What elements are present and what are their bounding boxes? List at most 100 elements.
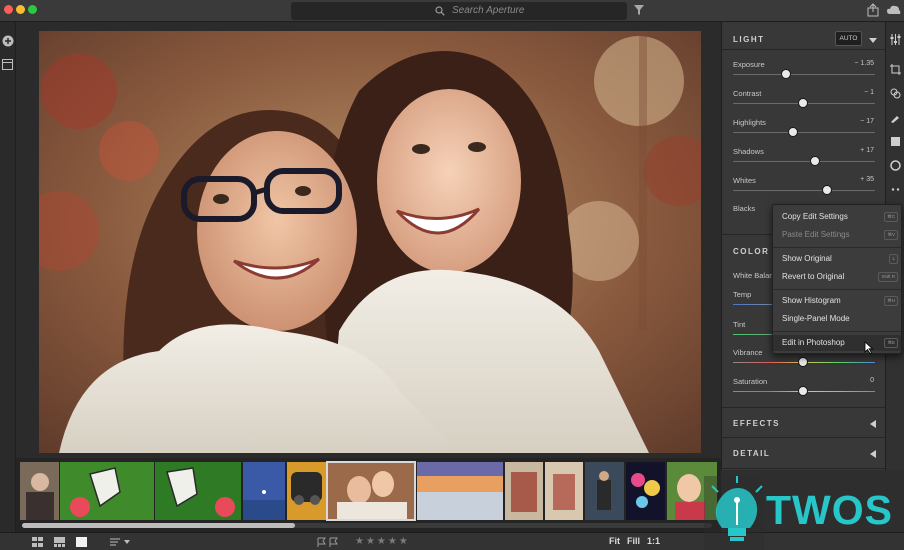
menu-separator <box>773 331 901 332</box>
contrast-label: Contrast <box>733 89 762 98</box>
crop-icon[interactable] <box>890 64 901 75</box>
title-bar: Search Aperture <box>0 0 904 22</box>
cloud-icon[interactable] <box>887 4 901 16</box>
grid-view-icon[interactable] <box>32 537 43 547</box>
blacks-label: Blacks <box>733 204 756 213</box>
filmstrip-thumbnail[interactable] <box>20 462 59 520</box>
filmstrip-thumbnail[interactable] <box>155 462 241 520</box>
watermark-text: TWOS <box>766 487 893 533</box>
filter-icon[interactable] <box>634 5 644 15</box>
color-section-title: COLOR <box>733 247 770 256</box>
close-window-button[interactable] <box>4 5 13 14</box>
filmstrip <box>16 458 721 532</box>
menu-item-edit-in-photoshop[interactable]: Edit in Photoshop ⌘E <box>773 335 901 351</box>
filter-circles-icon[interactable] <box>890 88 901 99</box>
filmstrip-thumbnail[interactable] <box>60 462 154 520</box>
menu-item-label: Single-Panel Mode <box>782 314 850 323</box>
light-section-title: LIGHT <box>733 35 765 44</box>
highlights-slider-track[interactable] <box>733 132 875 133</box>
chevron-down-icon[interactable] <box>869 36 877 44</box>
shadows-slider-track[interactable] <box>733 161 875 162</box>
shortcut-badge: ⌘C <box>884 212 898 222</box>
flag-icon[interactable] <box>316 537 340 547</box>
tint-label: Tint <box>733 320 746 329</box>
sort-icon[interactable] <box>110 537 132 547</box>
square-icon[interactable] <box>890 136 901 147</box>
minimize-window-button[interactable] <box>16 5 25 14</box>
detail-section-header[interactable]: DETAIL <box>722 439 886 469</box>
effects-section-title: EFFECTS <box>733 419 780 428</box>
zoom-fit-button[interactable]: Fit <box>609 536 620 546</box>
filmstrip-thumbnail[interactable] <box>505 462 543 520</box>
saturation-slider-knob[interactable] <box>798 386 808 396</box>
left-toolbar <box>0 22 16 532</box>
shadows-slider-knob[interactable] <box>810 156 820 166</box>
zoom-fill-button[interactable]: Fill <box>627 536 640 546</box>
filmstrip-thumbnail-selected[interactable] <box>326 461 416 521</box>
saturation-value: 0 <box>870 377 874 384</box>
whites-slider-knob[interactable] <box>822 185 832 195</box>
filmstrip-thumbnail[interactable] <box>626 462 665 520</box>
menu-item-paste-edit-settings: Paste Edit Settings ⌘V <box>773 227 901 243</box>
exposure-slider-knob[interactable] <box>781 69 791 79</box>
filmstrip-thumbnail[interactable] <box>545 462 583 520</box>
menu-item-label: Paste Edit Settings <box>782 230 850 239</box>
filmstrip-scroll-thumb[interactable] <box>22 523 295 528</box>
chevron-left-icon[interactable] <box>870 450 876 458</box>
rating-stars[interactable]: ★★★★★ <box>355 536 410 547</box>
library-icon[interactable] <box>2 59 13 70</box>
shortcut-badge: ⌘E <box>884 338 898 348</box>
chevron-left-icon[interactable] <box>870 420 876 428</box>
menu-item-label: Show Histogram <box>782 296 841 305</box>
vibrance-slider-knob[interactable] <box>798 357 808 367</box>
highlights-label: Highlights <box>733 118 766 127</box>
temp-label: Temp <box>733 290 752 299</box>
shortcut-badge: L <box>889 254 898 264</box>
search-placeholder: Search Aperture <box>452 5 525 16</box>
single-view-icon[interactable] <box>76 537 87 547</box>
share-icon[interactable] <box>866 3 880 17</box>
effects-section-header[interactable]: EFFECTS <box>722 408 886 438</box>
menu-item-single-panel-mode[interactable]: Single-Panel Mode <box>773 311 901 327</box>
image-viewer <box>16 22 721 458</box>
highlights-slider-knob[interactable] <box>788 127 798 137</box>
zoom-window-button[interactable] <box>28 5 37 14</box>
exposure-value: − 1.35 <box>854 60 874 67</box>
filmstrip-view-icon[interactable] <box>54 537 65 547</box>
main-photo[interactable] <box>39 31 701 453</box>
context-menu: Copy Edit Settings ⌘C Paste Edit Setting… <box>772 204 902 354</box>
more-icon[interactable] <box>890 184 901 195</box>
search-icon <box>435 6 445 16</box>
whites-label: Whites <box>733 176 756 185</box>
whites-value: + 35 <box>860 176 874 183</box>
shortcut-badge: Shift R <box>878 272 898 282</box>
shortcut-badge: ⌘V <box>884 230 898 240</box>
exposure-slider-track[interactable] <box>733 74 875 75</box>
menu-item-show-original[interactable]: Show Original L <box>773 251 901 267</box>
saturation-label: Saturation <box>733 377 768 386</box>
filmstrip-thumbnail[interactable] <box>287 462 326 520</box>
adjust-icon[interactable] <box>890 34 901 45</box>
filmstrip-thumbnail[interactable] <box>417 462 503 520</box>
filmstrip-scrollbar[interactable] <box>22 523 712 528</box>
auto-button[interactable]: AUTO <box>835 31 862 46</box>
filmstrip-thumbnail[interactable] <box>585 462 624 520</box>
shadows-value: + 17 <box>860 147 874 154</box>
menu-separator <box>773 247 901 248</box>
retouch-icon[interactable] <box>890 112 901 123</box>
light-section-header[interactable]: LIGHT AUTO <box>722 22 886 50</box>
filmstrip-thumbnail[interactable] <box>243 462 285 520</box>
highlights-value: − 17 <box>860 118 874 125</box>
add-icon[interactable] <box>2 35 14 47</box>
search-input[interactable]: Search Aperture <box>291 2 627 20</box>
contrast-slider-knob[interactable] <box>798 98 808 108</box>
circle-icon[interactable] <box>890 160 901 171</box>
menu-item-label: Copy Edit Settings <box>782 212 848 221</box>
menu-item-copy-edit-settings[interactable]: Copy Edit Settings ⌘C <box>773 209 901 225</box>
zoom-1to1-button[interactable]: 1:1 <box>647 536 660 546</box>
menu-item-revert-to-original[interactable]: Revert to Original Shift R <box>773 269 901 285</box>
whites-slider-track[interactable] <box>733 190 875 191</box>
menu-separator <box>773 289 901 290</box>
menu-item-show-histogram[interactable]: Show Histogram ⌘H <box>773 293 901 309</box>
photos-editor-window: Search Aperture LIGHT AUTO Exposure − 1.… <box>0 0 904 550</box>
